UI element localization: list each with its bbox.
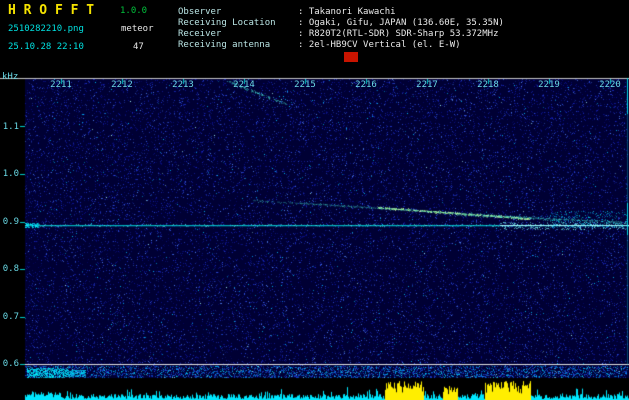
x-tick-label: 2215 — [294, 80, 316, 90]
datetime-label: 25.10.28 22:10 — [8, 42, 84, 52]
y-tick-label: 1.0 — [2, 169, 19, 179]
y-tick-label: 0.8 — [2, 264, 19, 274]
mode-label: meteor — [121, 24, 154, 34]
y-axis-unit: kHz — [2, 72, 19, 82]
y-tick-label: 0.9 — [2, 217, 19, 227]
x-tick-label: 2218 — [477, 80, 499, 90]
spectrogram-canvas — [0, 0, 629, 400]
x-tick-label: 2211 — [50, 80, 72, 90]
observer-label: Observer — [178, 7, 222, 17]
y-tick-label: 0.6 — [2, 359, 19, 369]
output-filename: 2510282210.png — [8, 24, 84, 34]
x-tick-label: 2220 — [599, 80, 621, 90]
location-label: Receiving Location — [178, 18, 276, 28]
antenna-value: : 2el-HB9CV Vertical (el. E-W) — [298, 40, 461, 50]
x-tick-label: 2212 — [111, 80, 133, 90]
y-tick-label: 0.7 — [2, 312, 19, 322]
x-tick-label: 2219 — [538, 80, 560, 90]
observer-value: : Takanori Kawachi — [298, 7, 396, 17]
y-tick-label: 1.1 — [2, 122, 19, 132]
red-marker-block — [344, 52, 358, 62]
app-version: 1.0.0 — [120, 6, 148, 16]
location-value: : Ogaki, Gifu, JAPAN (136.60E, 35.35N) — [298, 18, 504, 28]
x-tick-label: 2217 — [416, 80, 438, 90]
echo-count: 47 — [133, 42, 144, 52]
hrofft-output-window: H R O F F T 1.0.0 2510282210.png meteor … — [0, 0, 629, 400]
x-tick-label: 2216 — [355, 80, 377, 90]
receiver-value: : R820T2(RTL-SDR) SDR-Sharp 53.372MHz — [298, 29, 499, 39]
app-title: H R O F F T — [8, 3, 95, 18]
x-tick-label: 2214 — [233, 80, 255, 90]
receiver-label: Receiver — [178, 29, 222, 39]
x-tick-label: 2213 — [172, 80, 194, 90]
antenna-label: Receiving antenna — [178, 40, 271, 50]
